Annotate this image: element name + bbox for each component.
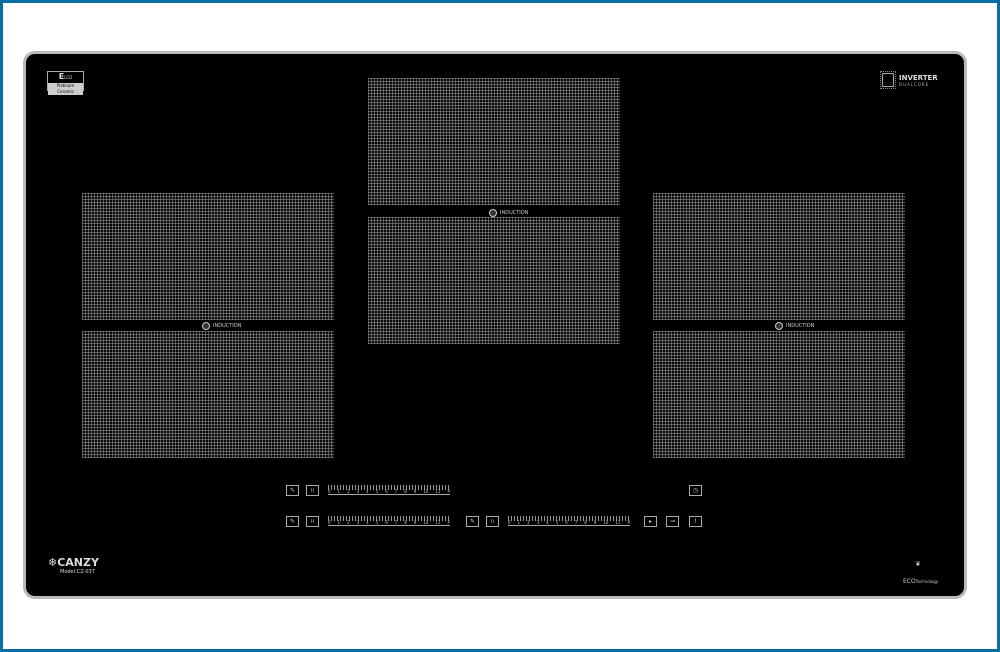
slider-tick-label: 5 [375, 489, 379, 494]
slider-tick-label: 8 [404, 520, 407, 525]
zone-right-bottom [653, 331, 905, 458]
inverter-text: INVERTER [899, 73, 938, 82]
dualcore-text: DUALCORE [899, 81, 930, 87]
slider-tick-label: 11 [615, 520, 621, 525]
slider-tick-label: 7 [574, 520, 578, 525]
slider-tick-label: 0 [508, 520, 511, 525]
slider-tick-label: 7 [394, 520, 398, 525]
heat-icon[interactable]: ≀≀ [486, 516, 499, 527]
slider-tick-label: 0 [328, 520, 331, 525]
heat-icon[interactable]: ≀≀ [306, 485, 319, 496]
slider-tick-label: 2 [347, 489, 350, 494]
badge-label: Platinum Ceramic [48, 83, 83, 95]
zone-right-top [653, 193, 905, 320]
slider-tick-label: 1 [517, 520, 521, 525]
slider-tick-label: 9 [413, 520, 417, 525]
slider-tick-label: 3 [536, 520, 540, 525]
zone-marker-icon [489, 209, 497, 217]
slider-tick-label: 2 [527, 520, 530, 525]
badge: ELCD Platinum Ceramic [47, 71, 84, 95]
slider-tick-label: 9 [413, 489, 417, 494]
induction-label-left: INDUCTION [202, 322, 241, 330]
slider-tick-label: 10 [423, 489, 429, 494]
slider-tick-label: 4 [546, 520, 549, 525]
zone-marker-icon [775, 322, 783, 330]
eco-logo: ❦ ECOTechnology [903, 560, 939, 587]
slider-tick-label: 8 [584, 520, 587, 525]
slider-tick-label: 5 [375, 520, 379, 525]
pot-icon[interactable]: ✎ [286, 485, 299, 496]
power-slider-3[interactable]: 0 1 2 3 4 5 6 7 8 9 10 11 P [508, 516, 630, 526]
slider-tick-label: 10 [603, 520, 609, 525]
play-pause-icon[interactable]: ▸ [644, 516, 657, 527]
slider-tick-label: 4 [366, 520, 369, 525]
slider-tick-label: P [627, 520, 630, 525]
eco-text: ECO [903, 578, 916, 585]
leaf-icon: ❦ [915, 560, 921, 568]
slider-tick-label: 8 [404, 489, 407, 494]
lock-icon[interactable]: ⊸ [666, 516, 679, 527]
induction-label-center: INDUCTION [489, 209, 528, 217]
slider-tick-label: 3 [356, 520, 360, 525]
brand-name: CANZY [57, 556, 99, 569]
power-icon[interactable]: ! [689, 516, 702, 527]
model-number: Model:CZ-03T [60, 569, 95, 575]
slider-tick-label: P [447, 520, 450, 525]
pot-icon[interactable]: ✎ [286, 516, 299, 527]
snowflake-icon: ❄ [48, 556, 58, 569]
slider-tick-label: 6 [385, 489, 388, 494]
chip-icon [880, 71, 896, 89]
slider-tick-label: 7 [394, 489, 398, 494]
slider-tick-label: 10 [423, 520, 429, 525]
slider-tick-label: 4 [366, 489, 369, 494]
zone-marker-icon [202, 322, 210, 330]
power-slider-1[interactable]: 0 1 2 3 4 5 6 7 8 9 10 11 P [328, 485, 450, 495]
zone-left-top [82, 193, 334, 320]
induction-label-right: INDUCTION [775, 322, 814, 330]
eco-suffix: Technology [915, 579, 939, 584]
slider-tick-label: 6 [385, 520, 388, 525]
slider-tick-label: 5 [555, 520, 559, 525]
slider-tick-label: 0 [328, 489, 331, 494]
zone-left-bottom [82, 331, 334, 458]
zone-center-bottom [368, 217, 620, 344]
slider-tick-label: 1 [337, 520, 341, 525]
slider-tick-label: 3 [356, 489, 360, 494]
slider-tick-label: 11 [435, 489, 441, 494]
power-slider-2[interactable]: 0 1 2 3 4 5 6 7 8 9 10 11 P [328, 516, 450, 526]
timer-icon[interactable]: ◷ [689, 485, 702, 496]
pot-icon[interactable]: ✎ [466, 516, 479, 527]
slider-tick-label: P [447, 489, 450, 494]
slider-tick-label: 9 [593, 520, 597, 525]
slider-tick-label: 2 [347, 520, 350, 525]
inverter-logo: INVERTER DUALCORE [880, 71, 938, 89]
slider-tick-label: 1 [337, 489, 341, 494]
slider-tick-label: 6 [565, 520, 568, 525]
brand-logo: ❄CANZY Model:CZ-03T [48, 556, 99, 576]
heat-icon[interactable]: ≀≀ [306, 516, 319, 527]
zone-center-top [368, 78, 620, 205]
badge-mark: LCD [64, 75, 73, 80]
slider-tick-label: 11 [435, 520, 441, 525]
